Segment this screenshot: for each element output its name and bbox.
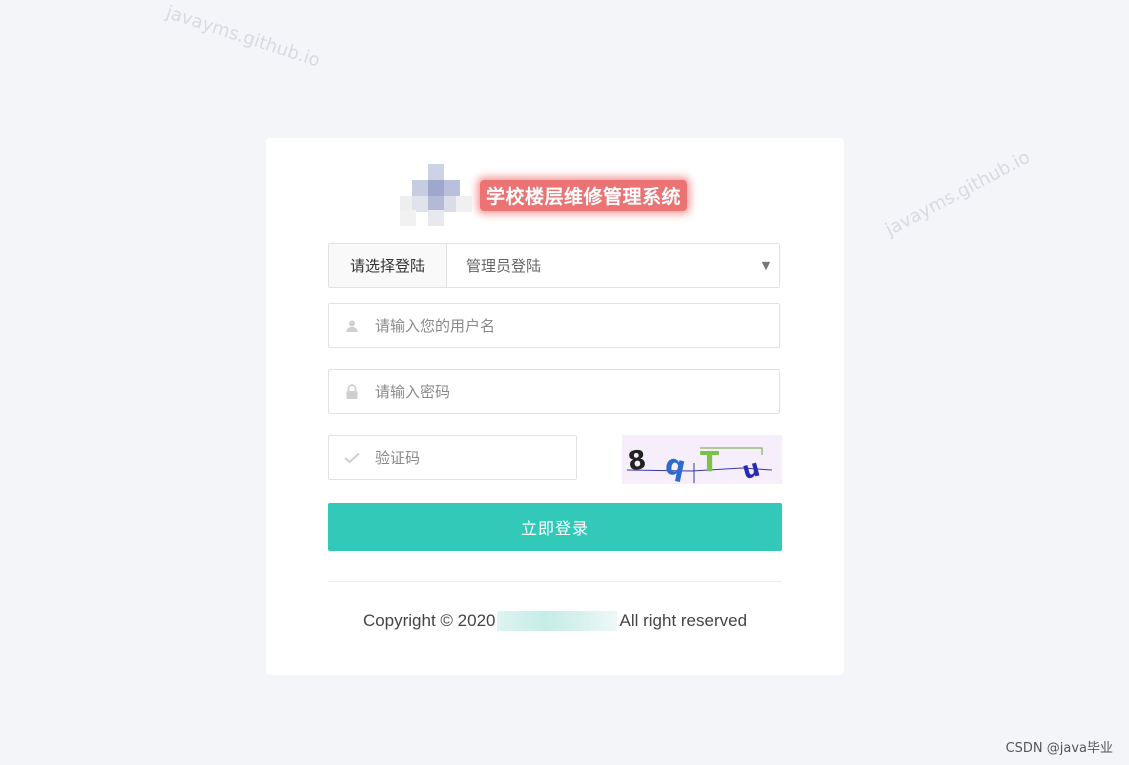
page-title: 学校楼层维修管理系统 — [480, 179, 688, 211]
footer-mark: CSDN @java毕业 — [1005, 741, 1113, 756]
copyright: Copyright © 2020 All right reserved — [266, 611, 844, 631]
check-icon — [329, 452, 375, 464]
login-card: 学校楼层维修管理系统 请选择登陆 管理员登陆 ▼ 请输入您的用户名 请输入密码 — [266, 138, 844, 675]
captcha-image[interactable]: 8 q T u — [622, 435, 782, 485]
watermark: javayms.github.io — [163, 2, 323, 72]
username-placeholder: 请输入您的用户名 — [375, 317, 496, 335]
captcha-char: T — [700, 445, 719, 478]
login-type-value[interactable]: 管理员登陆 — [447, 255, 753, 276]
blurred-text — [497, 611, 618, 631]
divider — [328, 581, 782, 582]
logo — [400, 164, 472, 226]
captcha-char: 8 — [626, 445, 648, 477]
login-type-label: 请选择登陆 — [329, 244, 447, 287]
captcha-placeholder: 验证码 — [375, 449, 421, 467]
captcha-input[interactable]: 验证码 — [328, 435, 577, 480]
captcha-char: q — [662, 447, 688, 483]
copyright-prefix: Copyright © 2020 — [362, 611, 496, 630]
password-placeholder: 请输入密码 — [375, 383, 451, 401]
login-header: 学校楼层维修管理系统 — [400, 164, 688, 226]
watermark: javayms.github.io — [882, 146, 1034, 241]
username-input[interactable]: 请输入您的用户名 — [328, 303, 780, 348]
password-input[interactable]: 请输入密码 — [328, 369, 780, 414]
login-type-select[interactable]: 请选择登陆 管理员登陆 ▼ — [328, 243, 780, 288]
login-button[interactable]: 立即登录 — [328, 503, 782, 551]
chevron-down-icon[interactable]: ▼ — [753, 259, 779, 272]
captcha-char: u — [739, 454, 763, 484]
user-icon — [329, 319, 375, 333]
copyright-suffix: All right reserved — [619, 611, 748, 630]
lock-icon — [329, 383, 375, 400]
